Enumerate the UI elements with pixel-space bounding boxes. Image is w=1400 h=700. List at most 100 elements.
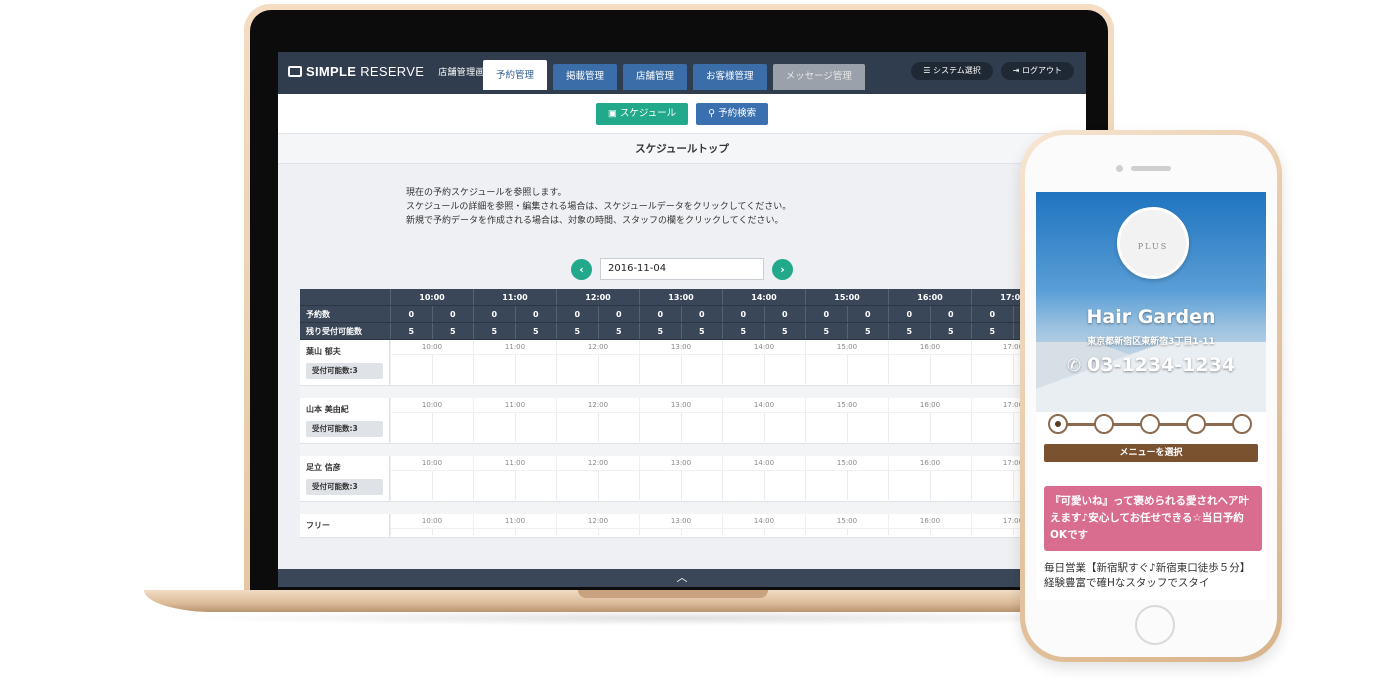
time-slot[interactable]: [888, 471, 930, 500]
shop-name: Hair Garden: [1086, 306, 1216, 328]
step-1[interactable]: [1048, 414, 1068, 434]
time-slot[interactable]: [763, 413, 806, 442]
time-slot[interactable]: [888, 529, 930, 535]
scroll-up-button[interactable]: ︿: [278, 569, 1086, 587]
time-slot[interactable]: [597, 355, 640, 384]
time-slot[interactable]: [556, 471, 598, 500]
time-slot[interactable]: [846, 413, 889, 442]
reservations-label: 予約数: [306, 310, 330, 319]
time-slot[interactable]: [639, 413, 681, 442]
select-menu-button[interactable]: メニューを選択: [1044, 444, 1258, 462]
time-slot[interactable]: [597, 529, 640, 535]
step-5[interactable]: [1232, 414, 1252, 434]
time-slot[interactable]: [805, 355, 847, 384]
time-slot[interactable]: [971, 413, 1013, 442]
time-slot[interactable]: [431, 529, 474, 535]
time-strip-label: 14:00: [722, 398, 805, 412]
time-slot[interactable]: [514, 471, 557, 500]
time-slot[interactable]: [390, 355, 432, 384]
time-slot[interactable]: [680, 355, 723, 384]
time-slot[interactable]: [680, 413, 723, 442]
staff-row: 葉山 郁夫 受付可能数:3 10:00 11:00 12:00 13:00 14:00 15:…: [300, 340, 1086, 386]
time-slot[interactable]: [514, 413, 557, 442]
time-slot[interactable]: [763, 355, 806, 384]
time-slot[interactable]: [971, 471, 1013, 500]
staff-info: 山本 美由紀 受付可能数:3: [300, 398, 390, 443]
time-strip: 10:00 11:00 12:00 13:00 14:00 15:00 16:00 17:00: [390, 398, 1086, 413]
promo-banner[interactable]: 『可愛いね』って褒められる愛されヘア叶えます♪安心してお任せできる☆当日予約OK…: [1044, 486, 1262, 551]
tab-reservations[interactable]: 予約管理: [483, 60, 548, 90]
time-slot[interactable]: [929, 355, 972, 384]
step-2[interactable]: [1094, 414, 1114, 434]
time-slot[interactable]: [473, 529, 515, 535]
time-slot[interactable]: [888, 413, 930, 442]
next-day-button[interactable]: ›: [772, 258, 793, 280]
time-slot[interactable]: [431, 471, 474, 500]
time-slot[interactable]: [846, 355, 889, 384]
time-slot[interactable]: [971, 529, 1013, 535]
time-slot[interactable]: [929, 413, 972, 442]
home-button[interactable]: [1135, 605, 1175, 645]
staff-time-grid: 10:00 11:00 12:00 13:00 14:00 15:00 16:00 17:00: [390, 514, 1086, 537]
time-slot[interactable]: [846, 471, 889, 500]
reservation-search-button[interactable]: ⚲ 予約検索: [696, 102, 769, 125]
time-strip-label: 11:00: [473, 340, 556, 354]
row-gap: [300, 386, 1086, 398]
time-slot[interactable]: [680, 529, 723, 535]
time-slot[interactable]: [639, 529, 681, 535]
time-slot[interactable]: [556, 413, 598, 442]
tab-store[interactable]: 店舗管理: [623, 64, 688, 90]
time-slot[interactable]: [722, 529, 764, 535]
tab-customers[interactable]: お客様管理: [693, 64, 767, 90]
time-slot[interactable]: [929, 529, 972, 535]
time-slot[interactable]: [473, 471, 515, 500]
time-slot[interactable]: [431, 355, 474, 384]
prev-day-button[interactable]: ‹: [571, 258, 592, 280]
time-slot[interactable]: [514, 529, 557, 535]
time-slot[interactable]: [473, 413, 515, 442]
logout-button[interactable]: ⇥ ログアウト: [1000, 62, 1074, 80]
time-slot[interactable]: [473, 355, 515, 384]
time-slot[interactable]: [971, 355, 1013, 384]
system-select-button[interactable]: ☰ システム選択: [911, 62, 993, 80]
time-slot[interactable]: [390, 471, 432, 500]
time-slot[interactable]: [888, 355, 930, 384]
time-slot[interactable]: [680, 471, 723, 500]
time-slot[interactable]: [514, 355, 557, 384]
time-slot[interactable]: [722, 413, 764, 442]
reservations-cell: 0: [929, 306, 972, 322]
time-slot[interactable]: [722, 355, 764, 384]
time-slot[interactable]: [639, 355, 681, 384]
time-slot[interactable]: [846, 529, 889, 535]
brand-logo[interactable]: SIMPLE RESERVE 店舗管理画面: [288, 64, 494, 79]
time-slot[interactable]: [597, 413, 640, 442]
time-slot[interactable]: [390, 413, 432, 442]
time-strip-label: 16:00: [888, 514, 971, 528]
shop-logo: PLUS: [1117, 207, 1189, 279]
tab-listings[interactable]: 掲載管理: [553, 64, 618, 90]
staff-info: 足立 信彦 受付可能数:3: [300, 456, 390, 501]
schedule-button[interactable]: ▣ スケジュール: [595, 102, 689, 125]
shop-phone-link[interactable]: ✆ 03-1234-1234: [1036, 354, 1266, 376]
time-strip-label: 10:00: [390, 514, 473, 528]
time-slot[interactable]: [639, 471, 681, 500]
time-slot[interactable]: [390, 529, 432, 535]
time-slot[interactable]: [763, 471, 806, 500]
time-header-row: 10:00 11:00 12:00 13:00 14:00 15:00 16:00 17:00: [300, 289, 1086, 306]
time-slot[interactable]: [805, 413, 847, 442]
step-3[interactable]: [1140, 414, 1160, 434]
reservations-cell: 0: [846, 306, 889, 322]
step-4[interactable]: [1186, 414, 1206, 434]
time-slot[interactable]: [556, 529, 598, 535]
time-slot[interactable]: [929, 471, 972, 500]
time-header-cell: 10:00: [390, 289, 473, 305]
time-slot[interactable]: [805, 471, 847, 500]
time-slot[interactable]: [431, 413, 474, 442]
date-field[interactable]: 2016-11-04: [600, 258, 764, 280]
time-slot[interactable]: [805, 529, 847, 535]
laptop-notch: [578, 590, 768, 598]
time-slot[interactable]: [556, 355, 598, 384]
time-slot[interactable]: [722, 471, 764, 500]
time-slot[interactable]: [597, 471, 640, 500]
time-slot[interactable]: [763, 529, 806, 535]
